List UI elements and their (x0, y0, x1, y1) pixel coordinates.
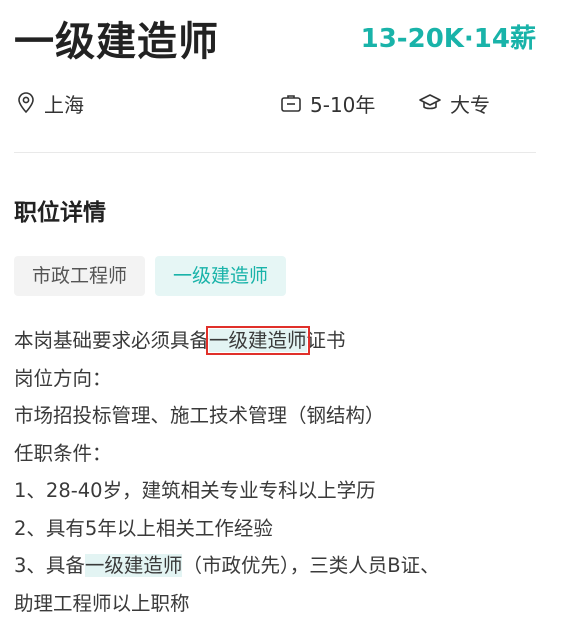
description-line: 1、28-40岁，建筑相关专业专科以上学历 (14, 479, 376, 502)
description-text: 本岗基础要求必须具备 (14, 329, 210, 352)
tag-first-class-constructor[interactable]: 一级建造师 (155, 256, 287, 296)
description-text: 3、具备 (14, 554, 85, 577)
highlighted-keyword[interactable]: 一级建造师 (206, 326, 310, 355)
experience-text: 5-10年 (310, 92, 376, 117)
divider (14, 152, 536, 153)
education-text: 大专 (450, 92, 490, 117)
description-text: 证书 (306, 329, 346, 352)
tag-list: 市政工程师 一级建造师 (14, 256, 296, 296)
description-line: 助理工程师以上职称 (14, 591, 190, 615)
description-line: 2、具有5年以上相关工作经验 (14, 516, 273, 540)
highlighted-keyword[interactable]: 一级建造师 (84, 554, 183, 577)
location-pin-icon (18, 92, 34, 114)
description-line: 任职条件： (14, 441, 112, 465)
job-meta: 上海 5-10年 大专 (14, 86, 536, 120)
graduation-cap-icon (419, 94, 441, 110)
description-line: 3、具备一级建造师（市政优先），三类人员B证、 (14, 547, 554, 585)
salary: 13-20K·14薪 (360, 24, 536, 54)
description-line: 市场招投标管理、施工技术管理（钢结构） (14, 404, 385, 427)
description-line: 本岗基础要求必须具备一级建造师证书 (14, 322, 554, 360)
section-title: 职位详情 (14, 200, 106, 226)
description-line: 岗位方向： (14, 366, 112, 390)
briefcase-icon (281, 95, 301, 112)
job-description: 本岗基础要求必须具备一级建造师证书 岗位方向： 市场招投标管理、施工技术管理（钢… (14, 322, 554, 618)
job-header: 一级建造师 13-20K·14薪 (14, 14, 536, 70)
experience-info: 5-10年 (280, 86, 375, 120)
education-info: 大专 (418, 86, 490, 120)
tag-municipal-engineer[interactable]: 市政工程师 (14, 256, 146, 296)
description-text: （市政优先），三类人员B证、 (182, 554, 440, 577)
job-title: 一级建造师 (14, 19, 219, 65)
location-text: 上海 (44, 92, 84, 117)
location-info: 上海 (16, 86, 84, 120)
